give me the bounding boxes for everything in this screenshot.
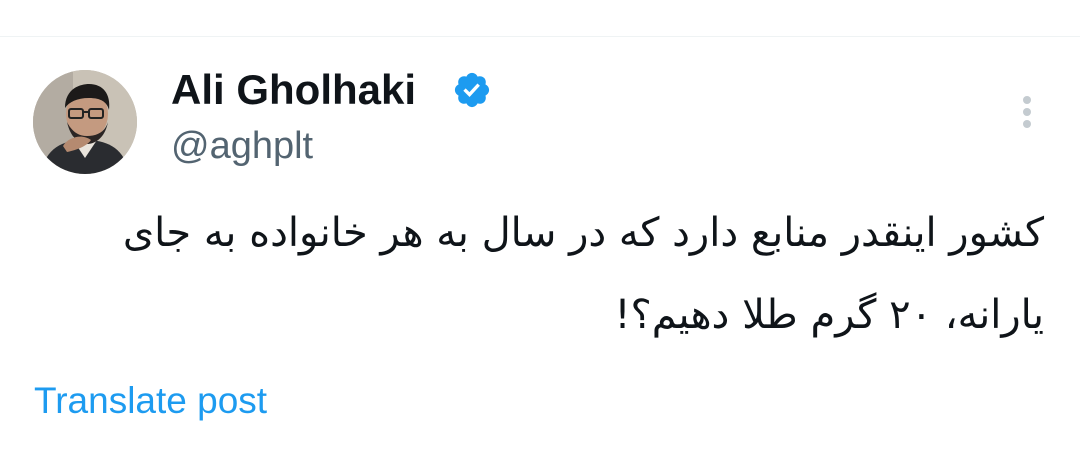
user-handle[interactable]: @aghplt (171, 122, 313, 170)
display-name[interactable]: Ali Gholhaki (171, 64, 416, 116)
tweet-card: Ali Gholhaki @aghplt کشور اینقدر منابع د… (0, 0, 1080, 449)
more-vertical-icon[interactable] (1012, 92, 1042, 132)
verified-badge-icon (452, 70, 492, 110)
translate-post-link[interactable]: Translate post (34, 378, 267, 424)
avatar[interactable] (33, 70, 137, 174)
top-divider (0, 36, 1080, 37)
post-text: کشور اینقدر منابع دارد که در سال به هر خ… (122, 210, 1044, 338)
